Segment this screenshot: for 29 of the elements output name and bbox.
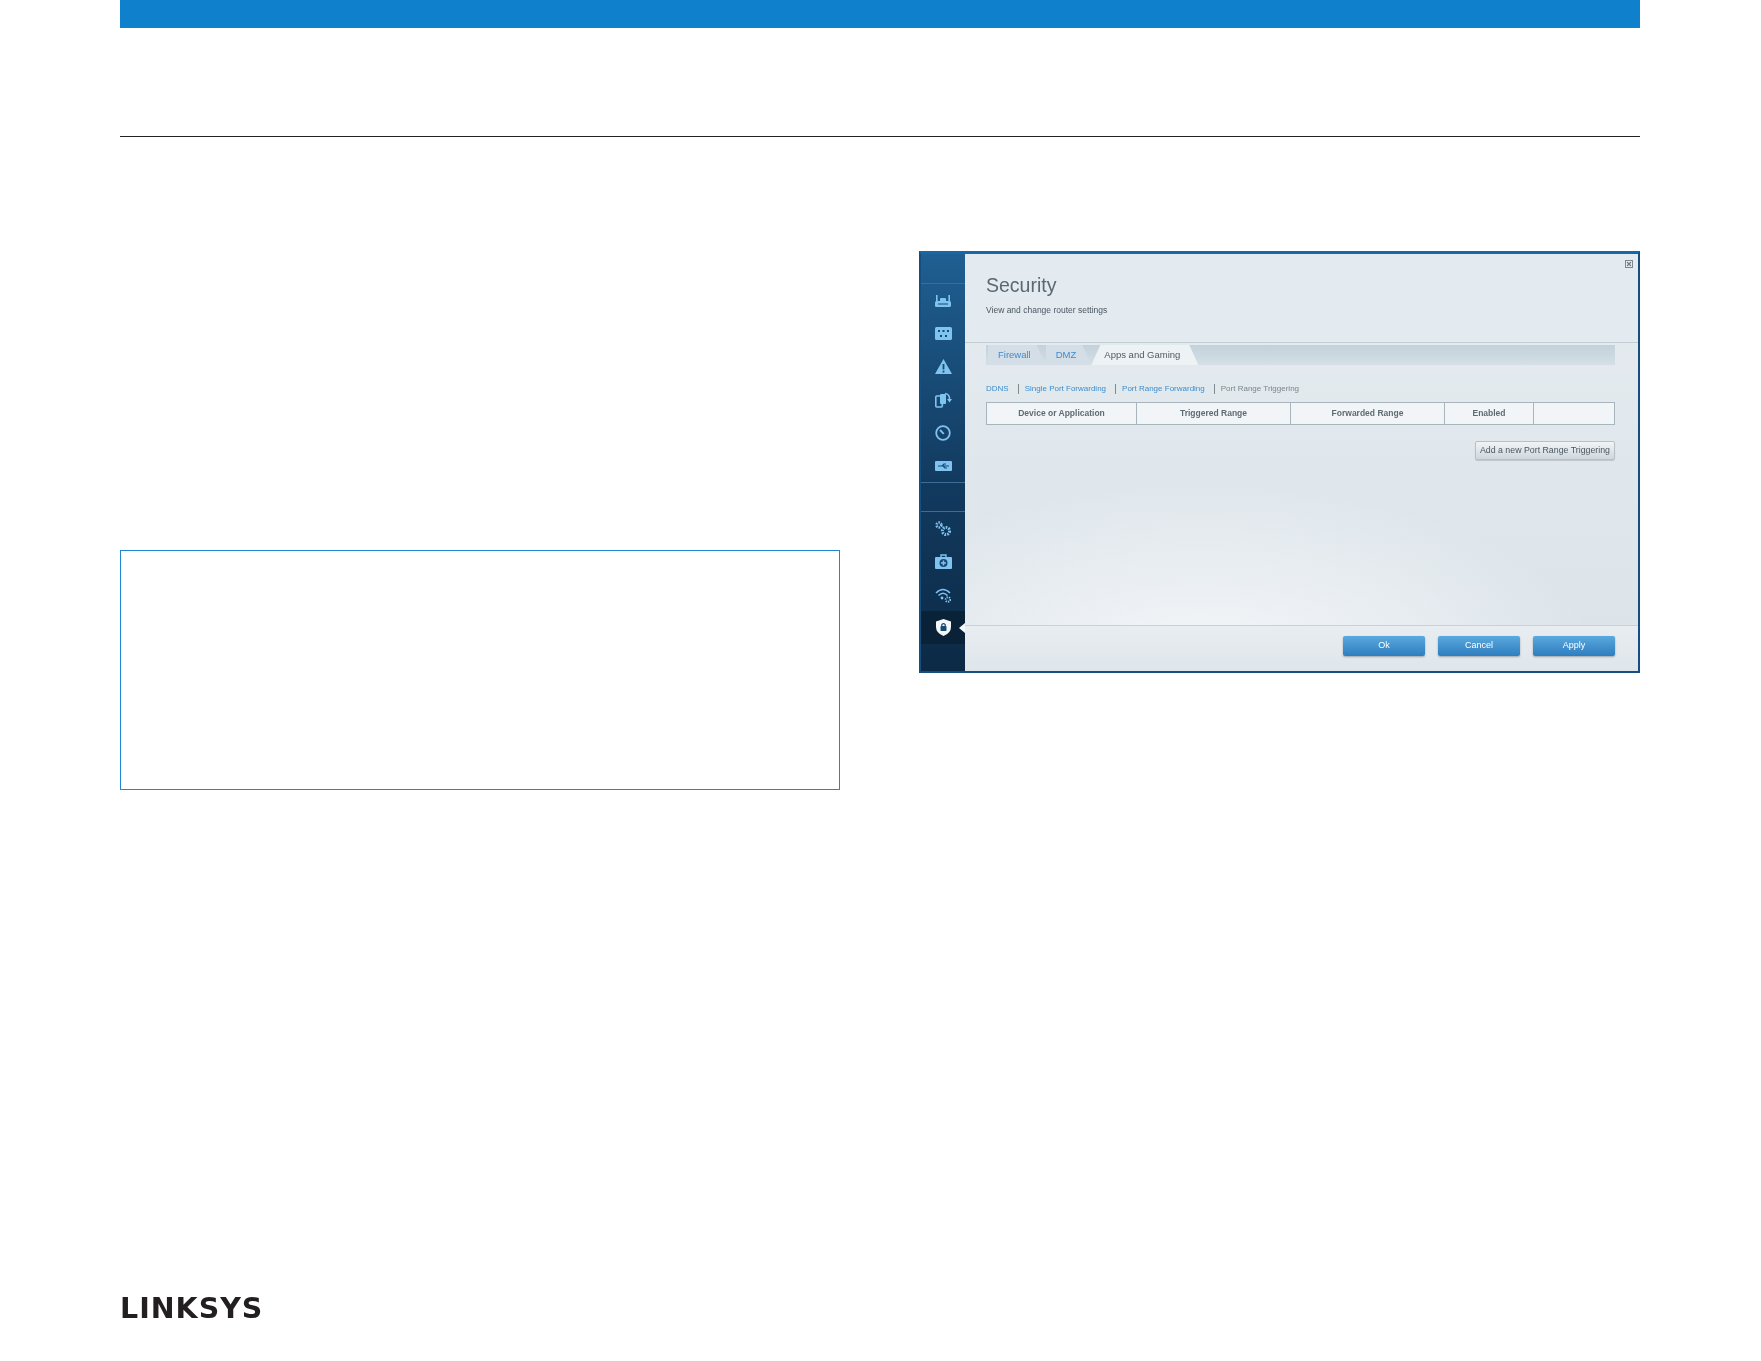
warning-icon: [934, 359, 952, 374]
column-header: Device or Application: [986, 402, 1137, 425]
first-aid-kit-icon: [934, 554, 952, 569]
pointer-icon: [959, 622, 965, 633]
tab[interactable]: Apps and Gaming: [1091, 345, 1199, 365]
sub-nav-link[interactable]: Single Port Forwarding: [1017, 384, 1116, 394]
close-icon[interactable]: [1625, 260, 1633, 268]
gauge-icon: [935, 424, 951, 441]
add-button[interactable]: Add a new Port Range Triggering: [1474, 441, 1615, 460]
devices-arrow-icon: [934, 391, 952, 408]
column-header: Enabled: [1444, 402, 1534, 425]
sidebar-item[interactable]: [921, 611, 965, 644]
action-button[interactable]: Ok: [1343, 636, 1425, 656]
column-header: Triggered Range: [1136, 402, 1291, 425]
sub-nav-link[interactable]: Port Range Forwarding: [1115, 384, 1214, 394]
gears-icon: [935, 521, 951, 536]
shield-lock-icon: [935, 619, 951, 636]
action-button[interactable]: Apply: [1533, 636, 1615, 656]
router-icon: [934, 294, 952, 307]
sub-nav-link[interactable]: DDNS: [986, 384, 1018, 394]
usb-icon: [934, 460, 952, 471]
brand-logo: LINKSYS: [120, 1294, 264, 1323]
wifi-settings-icon: [935, 586, 951, 603]
sub-nav-link[interactable]: Port Range Triggering: [1213, 384, 1309, 394]
grid-icon: [934, 327, 952, 340]
column-header: Forwarded Range: [1290, 402, 1445, 425]
page-title: Security: [986, 275, 1058, 297]
page-subtitle: View and change router settings: [986, 306, 1108, 316]
action-button[interactable]: Cancel: [1438, 636, 1520, 656]
